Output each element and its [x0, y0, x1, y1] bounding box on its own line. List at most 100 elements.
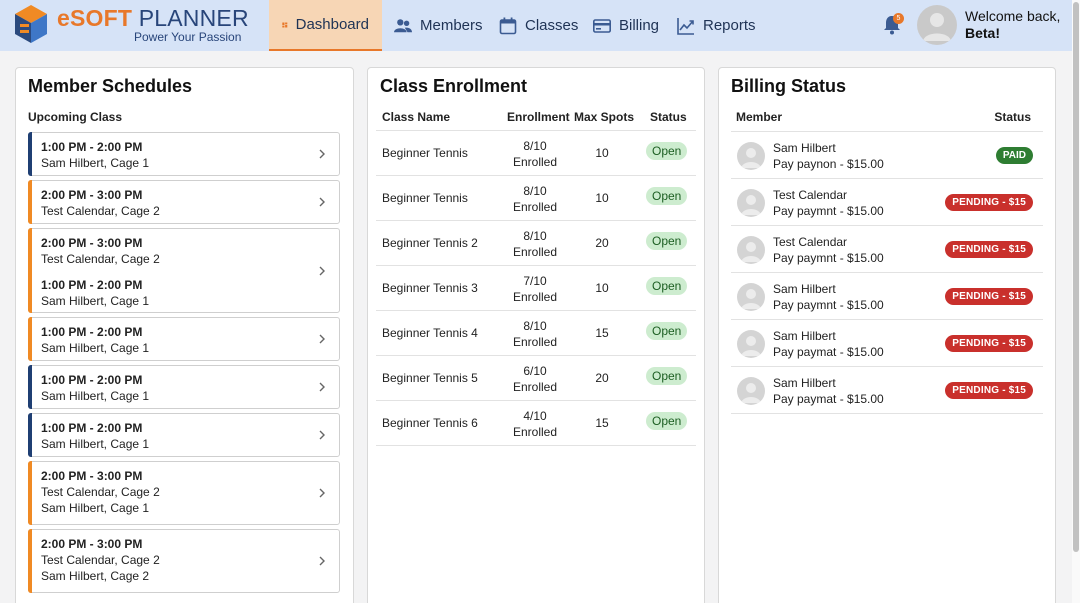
- schedule-member: Sam Hilbert, Cage 1: [41, 501, 150, 515]
- schedule-member: Sam Hilbert, Cage 1: [41, 294, 150, 308]
- class-enrollment-title: Class Enrollment: [380, 76, 528, 96]
- nav-dashboard[interactable]: Dashboard: [269, 0, 382, 51]
- chevron-right-icon: [319, 197, 325, 207]
- user-avatar-icon: [923, 13, 951, 41]
- member-schedules-title: Member Schedules: [28, 76, 193, 96]
- brand-logo-text[interactable]: eSOFT PLANNER Power Your Passion: [57, 5, 249, 44]
- dashboard-icon: [282, 22, 288, 27]
- class-name-cell: Beginner Tennis 4: [382, 326, 478, 340]
- chevron-right-icon: [319, 488, 325, 498]
- column-header-status: Status: [650, 110, 687, 124]
- page-scrollbar[interactable]: [1072, 0, 1080, 603]
- class-enrollment-panel: Class Enrollment Class Name Enrollment M…: [367, 67, 705, 603]
- member-avatar: [737, 330, 765, 358]
- billing-row[interactable]: Test Calendar Pay paymnt - $15.00 PENDING…: [731, 179, 1043, 226]
- nav-billing[interactable]: Billing: [593, 0, 659, 51]
- credit-card-icon: [593, 18, 611, 33]
- status-open-badge: Open: [646, 232, 688, 250]
- schedule-card[interactable]: 2:00 PM - 3:00 PM Test Calendar, Cage 2 …: [28, 228, 340, 313]
- schedule-color-bar: [28, 365, 32, 409]
- table-row[interactable]: Beginner Tennis 6 4/10 Enrolled 15 Open: [376, 401, 696, 446]
- schedule-color-bar: [28, 228, 32, 313]
- enrollment-cell: 8/10 Enrolled: [507, 138, 563, 170]
- max-spots-cell: 10: [595, 191, 609, 205]
- status-paid-badge: PAID: [995, 147, 1033, 164]
- schedule-member: Test Calendar, Cage 2: [41, 553, 160, 567]
- billing-payment-detail: Pay paymat - $15.00: [773, 345, 884, 359]
- schedule-member: Sam Hilbert, Cage 1: [41, 341, 150, 355]
- user-avatar-icon: [741, 383, 761, 403]
- schedule-member: Test Calendar, Cage 2: [41, 252, 160, 266]
- enrollment-cell: 4/10 Enrolled: [507, 408, 563, 440]
- schedule-card[interactable]: 2:00 PM - 3:00 PM Test Calendar, Cage 2 …: [28, 529, 340, 593]
- schedule-card[interactable]: 1:00 PM - 2:00 PM Sam Hilbert, Cage 1: [28, 132, 340, 176]
- enrollment-count: 8/10: [523, 184, 547, 198]
- enrollment-cell: 8/10 Enrolled: [507, 228, 563, 260]
- table-row[interactable]: Beginner Tennis 8/10 Enrolled 10 Open: [376, 176, 696, 221]
- schedule-card[interactable]: 1:00 PM - 2:00 PM Sam Hilbert, Cage 1: [28, 413, 340, 457]
- schedule-time: 1:00 PM - 2:00 PM: [41, 373, 143, 387]
- brand-tagline: Power Your Passion: [134, 30, 242, 44]
- billing-payment-detail: Pay paymat - $15.00: [773, 392, 884, 406]
- schedule-time: 2:00 PM - 3:00 PM: [41, 469, 143, 483]
- schedule-card[interactable]: 1:00 PM - 2:00 PM Sam Hilbert, Cage 1: [28, 365, 340, 409]
- class-name-cell: Beginner Tennis: [382, 191, 468, 205]
- billing-status-panel: Billing Status Member Status Sam Hilbert…: [718, 67, 1056, 603]
- table-row[interactable]: Beginner Tennis 4 8/10 Enrolled 15 Open: [376, 311, 696, 356]
- scrollbar-thumb[interactable]: [1073, 2, 1079, 552]
- column-header-class-name: Class Name: [382, 110, 451, 124]
- billing-payment-detail: Pay paymnt - $15.00: [773, 298, 884, 312]
- table-row[interactable]: Beginner Tennis 3 7/10 Enrolled 10 Open: [376, 266, 696, 311]
- billing-row[interactable]: Sam Hilbert Pay paymat - $15.00 PENDING -…: [731, 367, 1043, 414]
- user-avatar-icon: [741, 242, 761, 262]
- billing-row[interactable]: Sam Hilbert Pay paymat - $15.00 PENDING -…: [731, 320, 1043, 367]
- member-avatar: [737, 236, 765, 264]
- user-avatar[interactable]: [917, 5, 957, 45]
- brand-name-esoft: eSOFT: [57, 5, 133, 31]
- status-open-badge: Open: [646, 367, 688, 385]
- welcome-message: Welcome back, Beta!: [965, 8, 1060, 42]
- nav-classes[interactable]: Classes: [499, 0, 578, 51]
- schedule-card[interactable]: 2:00 PM - 3:00 PM Test Calendar, Cage 2 …: [28, 461, 340, 525]
- status-pending-badge: PENDING - $15: [945, 241, 1033, 258]
- schedule-color-bar: [28, 132, 32, 176]
- enrollment-label: Enrolled: [512, 425, 558, 439]
- schedule-time: 2:00 PM - 3:00 PM: [41, 188, 143, 202]
- chevron-right-icon: [319, 266, 325, 275]
- nav-reports[interactable]: Reports: [677, 0, 756, 51]
- table-row[interactable]: Beginner Tennis 8/10 Enrolled 10 Open: [376, 131, 696, 176]
- max-spots-cell: 20: [595, 371, 609, 385]
- class-name-cell: Beginner Tennis 5: [382, 371, 478, 385]
- billing-status-title: Billing Status: [731, 76, 847, 96]
- max-spots-cell: 15: [595, 326, 609, 340]
- chevron-right-icon: [319, 430, 325, 440]
- schedule-card[interactable]: 2:00 PM - 3:00 PM Test Calendar, Cage 2: [28, 180, 340, 224]
- schedule-color-bar: [28, 529, 32, 593]
- enrollment-cell: 7/10 Enrolled: [507, 273, 563, 305]
- status-pending-badge: PENDING - $15: [945, 335, 1033, 352]
- max-spots-cell: 20: [595, 236, 609, 250]
- billing-row[interactable]: Test Calendar Pay paymnt - $15.00 PENDING…: [731, 226, 1043, 273]
- column-header-enrollment: Enrollment: [507, 110, 570, 124]
- nav-members[interactable]: Members: [394, 0, 483, 51]
- user-avatar-icon: [741, 148, 761, 168]
- class-name-cell: Beginner Tennis 3: [382, 281, 478, 295]
- table-row[interactable]: Beginner Tennis 2 8/10 Enrolled 20 Open: [376, 221, 696, 266]
- welcome-greeting: Welcome back,: [965, 8, 1061, 24]
- billing-row[interactable]: Sam Hilbert Pay paynon - $15.00 PAID: [731, 132, 1043, 179]
- user-avatar-icon: [741, 289, 761, 309]
- chevron-right-icon: [319, 556, 325, 566]
- schedule-member: Sam Hilbert, Cage 2: [41, 569, 150, 583]
- schedule-card[interactable]: 1:00 PM - 2:00 PM Sam Hilbert, Cage 1: [28, 317, 340, 361]
- class-name-cell: Beginner Tennis 2: [382, 236, 478, 250]
- billing-member-name: Sam Hilbert: [773, 141, 836, 155]
- enrollment-cell: 6/10 Enrolled: [507, 363, 563, 395]
- max-spots-cell: 10: [595, 281, 609, 295]
- table-row[interactable]: Beginner Tennis 5 6/10 Enrolled 20 Open: [376, 356, 696, 401]
- billing-member-name: Test Calendar: [773, 188, 848, 202]
- user-avatar-icon: [741, 336, 761, 356]
- chevron-right-icon: [319, 382, 325, 392]
- enrollment-count: 8/10: [523, 319, 547, 333]
- billing-row[interactable]: Sam Hilbert Pay paymnt - $15.00 PENDING -…: [731, 273, 1043, 320]
- notification-count-badge: 5: [893, 13, 904, 24]
